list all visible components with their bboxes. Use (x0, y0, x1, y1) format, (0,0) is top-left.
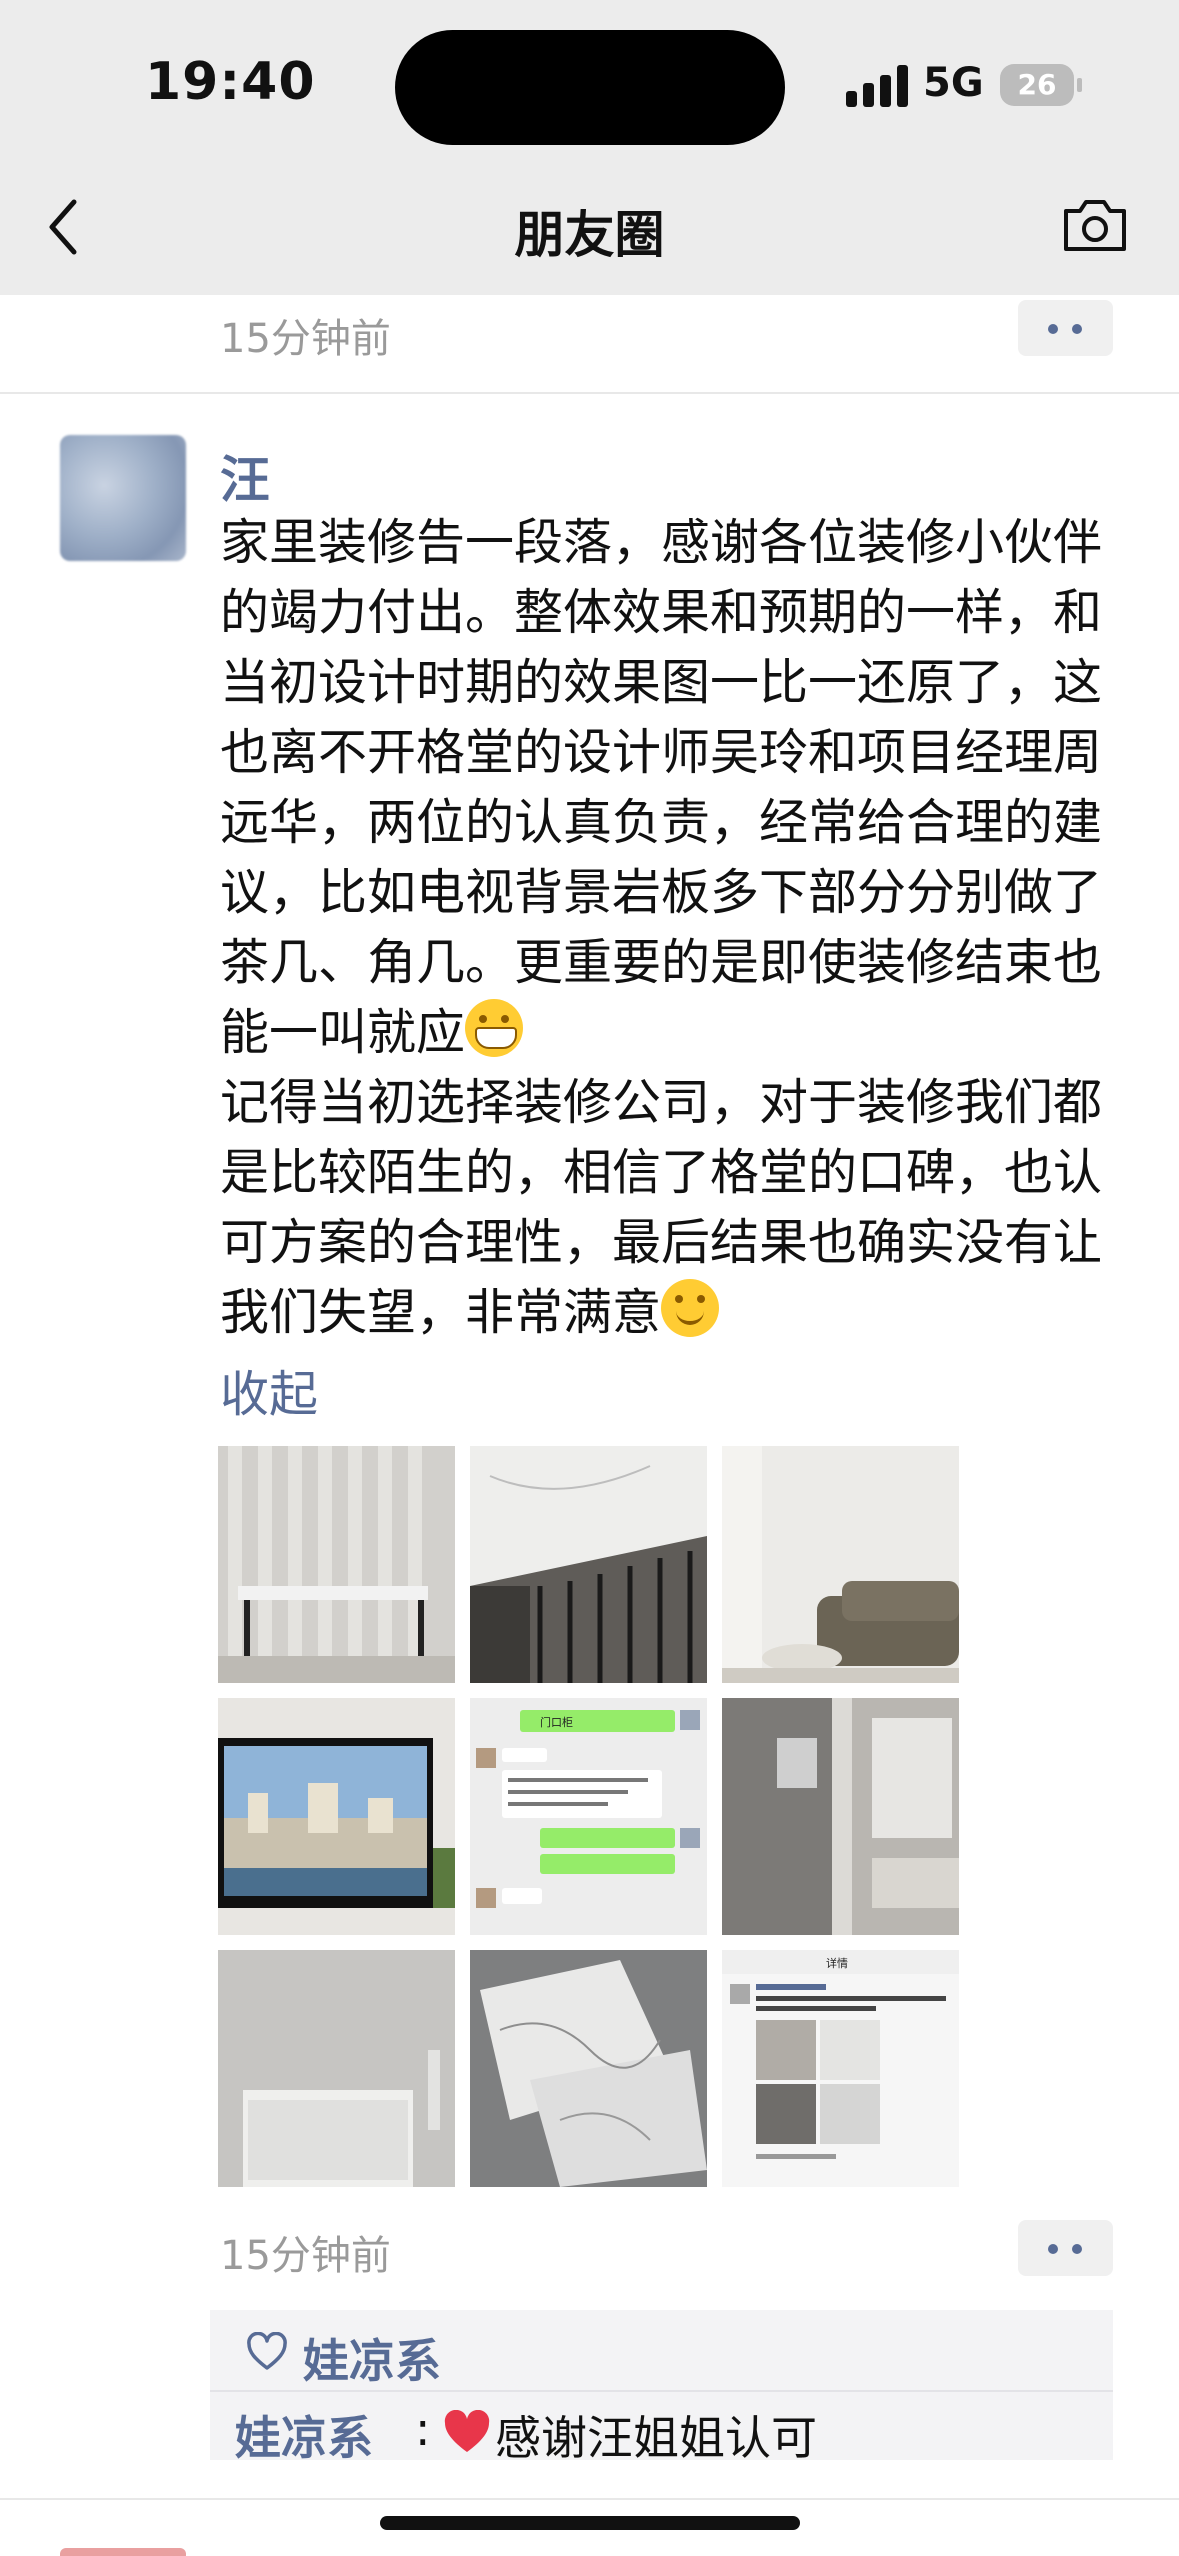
collapse-link[interactable]: 收起 (220, 1355, 318, 1426)
post-image-6[interactable] (722, 1698, 959, 1935)
signal-icon (846, 65, 908, 107)
post-image-7[interactable] (218, 1950, 455, 2187)
post-divider (0, 392, 1179, 394)
chat-thumb-title: 门口柜 (540, 1715, 573, 1729)
post-image-4[interactable] (218, 1698, 455, 1935)
camera-icon[interactable] (1060, 195, 1130, 255)
heart-outline-icon (245, 2331, 289, 2372)
battery-icon: 26 (1000, 64, 1082, 106)
post-timestamp: 15分钟前 (220, 2233, 391, 2279)
status-time: 19:40 (145, 52, 316, 112)
detail-thumb-title: 详情 (826, 1956, 848, 1970)
post-image-2[interactable] (470, 1446, 707, 1683)
network-type: 5G (923, 60, 984, 106)
smile-emoji-icon (661, 1279, 720, 1337)
post-divider-bottom (0, 2498, 1179, 2500)
likes-comments-panel: 娃凉系 娃凉系 : 感谢汪姐姐认可 (210, 2310, 1113, 2465)
post-more-button[interactable] (1018, 2220, 1113, 2276)
post-image-1[interactable] (218, 1446, 455, 1683)
post-image-9[interactable]: 详情 (722, 1950, 959, 2187)
comment-author[interactable]: 娃凉系 (235, 2402, 373, 2468)
post-paragraph-1: 家里装修告一段落，感谢各位装修小伙伴的竭力付出。整体效果和预期的一样，和当初设计… (220, 514, 1103, 1061)
post-image-8[interactable] (470, 1950, 707, 2187)
avatar[interactable] (60, 435, 186, 561)
grin-emoji-icon (465, 999, 524, 1057)
home-indicator[interactable] (380, 2516, 800, 2530)
battery-level: 26 (1017, 68, 1057, 101)
post-content: 家里装修告一段落，感谢各位装修小伙伴的竭力付出。整体效果和预期的一样，和当初设计… (220, 508, 1120, 1348)
previous-post-timestamp: 15分钟前 (220, 316, 391, 362)
dynamic-island (395, 30, 785, 145)
comment-colon: : (415, 2402, 431, 2456)
comment-text: 感谢汪姐姐认可 (495, 2411, 817, 2465)
page-title: 朋友圈 (514, 206, 665, 264)
red-heart-emoji-icon (442, 2409, 492, 2454)
previous-post-more-button[interactable] (1018, 300, 1113, 356)
post-author[interactable]: 汪 (220, 440, 270, 512)
like-user[interactable]: 娃凉系 (303, 2325, 441, 2391)
likes-separator (210, 2390, 1113, 2392)
next-post-avatar (60, 2548, 186, 2556)
post-image-3[interactable] (722, 1446, 959, 1683)
image-grid: 门口柜 详情 (218, 1446, 959, 2187)
post-image-5[interactable]: 门口柜 (470, 1698, 707, 1935)
